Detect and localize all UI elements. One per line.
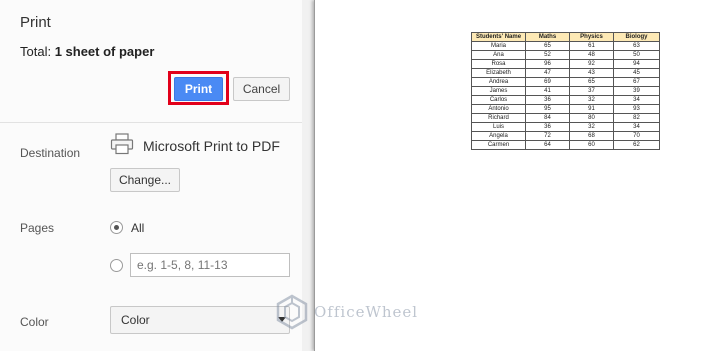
table-row: Carlos 36 32 34 bbox=[471, 95, 660, 105]
table-row: Richard 84 80 82 bbox=[471, 113, 660, 123]
table-cell: 43 bbox=[569, 68, 614, 78]
table-cell: 95 bbox=[525, 104, 570, 114]
table-cell: 37 bbox=[569, 86, 614, 96]
pages-all-label: All bbox=[131, 221, 145, 235]
dialog-title: Print bbox=[20, 14, 51, 31]
print-button[interactable]: Print bbox=[174, 77, 223, 101]
print-settings-panel: Print Total: 1 sheet of paper Print Canc… bbox=[0, 0, 302, 351]
sheet-total: Total: 1 sheet of paper bbox=[20, 44, 154, 59]
table-cell: 82 bbox=[613, 113, 660, 123]
table-cell: 92 bbox=[569, 59, 614, 69]
table-cell: 70 bbox=[613, 131, 660, 141]
table-cell: Richard bbox=[471, 113, 526, 123]
table-cell: 50 bbox=[613, 50, 660, 60]
table-cell: 68 bbox=[569, 131, 614, 141]
table-row: James 41 37 39 bbox=[471, 86, 660, 96]
table-cell: 67 bbox=[613, 77, 660, 87]
table-cell: Ana bbox=[471, 50, 526, 60]
watermark-text: OfficeWheel bbox=[314, 303, 419, 321]
table-cell: 34 bbox=[613, 122, 660, 132]
table-cell: 62 bbox=[613, 140, 660, 150]
table-row: Elizabeth 47 43 45 bbox=[471, 68, 660, 78]
preview-table: Students' Name Maths Physics Biology Mar… bbox=[471, 32, 660, 150]
table-header-cell: Physics bbox=[569, 32, 614, 42]
table-cell: Carmen bbox=[471, 140, 526, 150]
cancel-button[interactable]: Cancel bbox=[233, 77, 290, 101]
table-cell: 36 bbox=[525, 122, 570, 132]
table-cell: James bbox=[471, 86, 526, 96]
table-cell: 48 bbox=[569, 50, 614, 60]
table-cell: 60 bbox=[569, 140, 614, 150]
table-cell: 96 bbox=[525, 59, 570, 69]
table-cell: 61 bbox=[569, 41, 614, 51]
table-row: Antonio 95 91 93 bbox=[471, 104, 660, 114]
table-cell: 45 bbox=[613, 68, 660, 78]
total-prefix: Total: bbox=[20, 44, 55, 59]
table-cell: Luis bbox=[471, 122, 526, 132]
change-destination-button[interactable]: Change... bbox=[110, 168, 180, 192]
table-header-cell: Maths bbox=[525, 32, 570, 42]
table-cell: 32 bbox=[569, 95, 614, 105]
table-cell: Rosa bbox=[471, 59, 526, 69]
table-row: Rosa 96 92 94 bbox=[471, 59, 660, 69]
table-cell: 34 bbox=[613, 95, 660, 105]
pages-custom-radio[interactable] bbox=[110, 259, 123, 272]
divider bbox=[0, 122, 302, 123]
table-cell: Maria bbox=[471, 41, 526, 51]
table-cell: 80 bbox=[569, 113, 614, 123]
table-cell: 72 bbox=[525, 131, 570, 141]
table-cell: 47 bbox=[525, 68, 570, 78]
table-header-row: Students' Name Maths Physics Biology bbox=[471, 32, 660, 42]
color-select-value: Color bbox=[121, 313, 150, 327]
table-cell: 94 bbox=[613, 59, 660, 69]
table-row: Luis 36 32 34 bbox=[471, 122, 660, 132]
table-row: Angela 72 68 70 bbox=[471, 131, 660, 141]
table-cell: 93 bbox=[613, 104, 660, 114]
pages-custom-input[interactable] bbox=[130, 253, 290, 277]
destination-printer-name: Microsoft Print to PDF bbox=[143, 138, 280, 154]
color-label: Color bbox=[20, 315, 49, 329]
color-select[interactable]: Color bbox=[110, 306, 290, 334]
table-cell: Elizabeth bbox=[471, 68, 526, 78]
table-cell: 36 bbox=[525, 95, 570, 105]
table-row: Ana 52 48 50 bbox=[471, 50, 660, 60]
table-cell: 84 bbox=[525, 113, 570, 123]
table-body: Maria 65 61 63 Ana 52 48 50 Rosa 96 92 94 Elizabeth 4… bbox=[471, 41, 660, 150]
pages-all-radio[interactable] bbox=[110, 221, 123, 234]
table-cell: 52 bbox=[525, 50, 570, 60]
table-row: Maria 65 61 63 bbox=[471, 41, 660, 51]
table-cell: 63 bbox=[613, 41, 660, 51]
table-cell: 39 bbox=[613, 86, 660, 96]
table-header-cell: Students' Name bbox=[471, 32, 526, 42]
table-cell: Antonio bbox=[471, 104, 526, 114]
table-cell: Carlos bbox=[471, 95, 526, 105]
table-header-cell: Biology bbox=[613, 32, 660, 42]
table-cell: 32 bbox=[569, 122, 614, 132]
table-cell: 91 bbox=[569, 104, 614, 114]
table-cell: 69 bbox=[525, 77, 570, 87]
table-row: Carmen 64 60 62 bbox=[471, 140, 660, 150]
printer-icon bbox=[110, 133, 134, 155]
destination-label: Destination bbox=[20, 146, 81, 160]
table-cell: 41 bbox=[525, 86, 570, 96]
officewheel-logo-icon bbox=[276, 294, 308, 330]
table-cell: 64 bbox=[525, 140, 570, 150]
table-cell: 65 bbox=[525, 41, 570, 51]
table-cell: Andrea bbox=[471, 77, 526, 87]
table-cell: 65 bbox=[569, 77, 614, 87]
watermark: OfficeWheel bbox=[274, 294, 418, 330]
table-cell: Angela bbox=[471, 131, 526, 141]
total-value: 1 sheet of paper bbox=[54, 44, 155, 59]
table-row: Andrea 69 65 67 bbox=[471, 77, 660, 87]
pages-label: Pages bbox=[20, 221, 55, 235]
